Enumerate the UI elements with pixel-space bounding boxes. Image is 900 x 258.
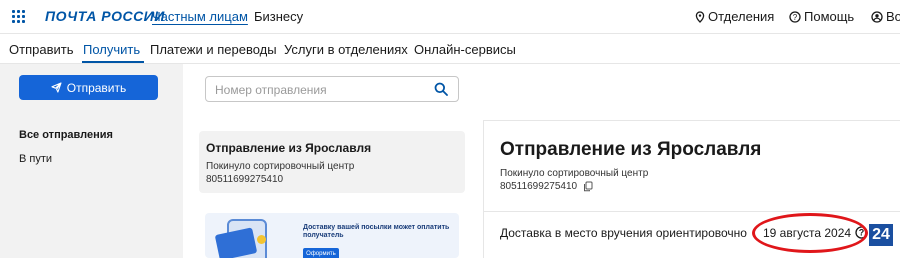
search-box xyxy=(205,76,459,102)
svg-text:?: ? xyxy=(793,12,798,21)
delivery-label: Доставка в место вручения ориентировочно xyxy=(500,226,747,240)
grid-icon[interactable] xyxy=(12,10,26,24)
search-icon[interactable] xyxy=(434,82,448,96)
offices-label: Отделения xyxy=(708,9,775,24)
promo-button[interactable]: Оформить xyxy=(303,248,339,258)
red-highlight-ellipse xyxy=(752,213,868,253)
detail-status: Покинуло сортировочный центр xyxy=(500,168,649,179)
login-link[interactable]: Во xyxy=(871,9,900,24)
subnav-send[interactable]: Отправить xyxy=(9,42,73,57)
copy-icon[interactable] xyxy=(583,181,593,192)
sidebar-item-in-transit[interactable]: В пути xyxy=(19,153,52,165)
coin-illustration xyxy=(257,235,266,244)
shipment-number: 80511699275410 xyxy=(206,174,284,185)
send-button[interactable]: Отправить xyxy=(19,75,158,100)
subnav-payments[interactable]: Платежи и переводы xyxy=(150,42,277,57)
user-icon xyxy=(871,10,883,23)
detail-title: Отправление из Ярославля xyxy=(500,139,762,160)
detail-divider xyxy=(483,211,900,212)
shipment-status: Покинуло сортировочный центр xyxy=(206,161,355,172)
nav-business[interactable]: Бизнесу xyxy=(254,9,303,24)
send-button-label: Отправить xyxy=(66,80,127,95)
top-bar: ПОЧТА РОССИИ Частным лицам Бизнесу Отдел… xyxy=(0,0,900,34)
detail-top-divider xyxy=(483,120,900,121)
promo-text: Доставку вашей посылки может оплатить по… xyxy=(303,224,450,239)
sidebar-item-all-shipments[interactable]: Все отправления xyxy=(19,129,113,141)
brand-logo[interactable]: ПОЧТА РОССИИ xyxy=(45,8,165,24)
shipment-list-item[interactable]: Отправление из Ярославля Покинуло сортир… xyxy=(199,131,465,193)
help-icon: ? xyxy=(789,10,801,23)
promo-banner[interactable]: Доставку вашей посылки может оплатить по… xyxy=(205,213,459,258)
search-input[interactable] xyxy=(215,81,415,98)
subnav-online-services[interactable]: Онлайн-сервисы xyxy=(414,42,516,57)
help-label: Помощь xyxy=(804,9,855,24)
help-link[interactable]: ? Помощь xyxy=(789,9,854,24)
nav-private-persons[interactable]: Частным лицам xyxy=(152,9,248,24)
detail-number: 80511699275410 xyxy=(500,181,578,192)
subnav-office-services[interactable]: Услуги в отделениях xyxy=(284,42,408,57)
offices-link[interactable]: Отделения xyxy=(695,9,774,24)
detail-number-row: 80511699275410 xyxy=(500,181,593,192)
detail-left-divider xyxy=(483,120,484,258)
login-label: Во xyxy=(886,9,900,24)
section-nav: Отправить Получить Платежи и переводы Ус… xyxy=(0,34,900,64)
bank-card-illustration xyxy=(214,227,258,258)
subnav-receive[interactable]: Получить xyxy=(83,42,140,57)
channel-badge: 24 xyxy=(869,224,893,246)
sidebar: Отправить Все отправления В пути xyxy=(0,64,183,258)
active-tab-indicator xyxy=(82,61,144,63)
send-plane-icon xyxy=(51,82,62,93)
shipment-title: Отправление из Ярославля xyxy=(206,141,372,155)
location-pin-icon xyxy=(695,10,705,23)
